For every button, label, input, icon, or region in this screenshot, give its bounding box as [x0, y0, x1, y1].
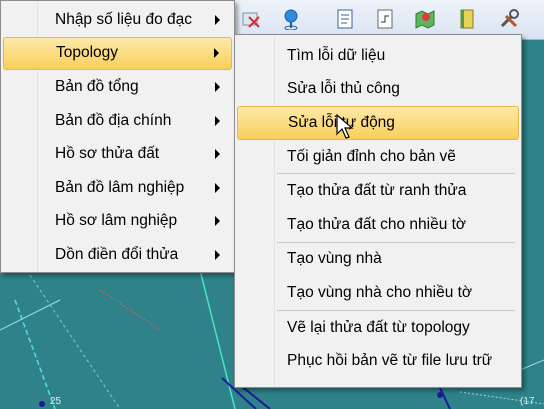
menu-item-topology[interactable]: Topology — [3, 36, 232, 71]
menu-item-label: Nhập số liệu đo đạc — [55, 10, 193, 28]
menu-item-label: Hồ sơ lâm nghiệp — [55, 212, 178, 230]
parcel-label: 25 — [50, 396, 62, 407]
menu-item-label: Bản đồ lâm nghiệp — [55, 178, 185, 196]
menu-item-ban-do-dia-chinh[interactable]: Bản đồ địa chính — [3, 104, 232, 138]
menu-item-label: Tạo thửa đất từ ranh thửa — [287, 182, 467, 200]
menu-item-nhap-so-lieu[interactable]: Nhập số liệu đo đạc — [3, 3, 232, 37]
menu-item-label: Topology — [56, 44, 119, 62]
menu-item-label: Tìm lỗi dữ liệu — [287, 46, 386, 64]
submenu-arrow-icon — [215, 182, 220, 193]
layer-step-icon[interactable] — [372, 6, 398, 32]
menu-item-label: Tối giản đỉnh cho bản vẽ — [287, 147, 456, 165]
menu-item-tao-vung-nha[interactable]: Tạo vùng nhà — [237, 243, 519, 277]
tools-icon[interactable] — [496, 6, 522, 32]
menu-item-label: Tạo vùng nhà cho nhiều tờ — [287, 283, 473, 301]
close-x-icon[interactable] — [238, 6, 264, 32]
menu-item-toi-gian-dinh[interactable]: Tối giản đỉnh cho bản vẽ — [237, 140, 519, 174]
book-icon[interactable] — [454, 6, 480, 32]
menu-item-ho-so-lam-nghiep[interactable]: Hồ sơ lâm nghiệp — [3, 205, 232, 239]
menu-item-ve-lai-thua-dat[interactable]: Vẽ lại thửa đất từ topology — [237, 311, 519, 345]
menu-item-label: Dồn điền đổi thửa — [55, 245, 179, 263]
submenu-arrow-icon — [215, 149, 220, 160]
menu-item-label: Sửa lỗi thủ công — [287, 80, 400, 98]
menu-item-ban-do-tong[interactable]: Bản đồ tổng — [3, 70, 232, 104]
main-menu: Nhập số liệu đo đạc Topology Bản đồ tổng… — [0, 0, 235, 273]
submenu-arrow-icon — [215, 81, 220, 92]
menu-item-label: Phục hồi bản vẽ từ file lưu trữ — [287, 352, 493, 370]
menu-item-tim-loi-du-lieu[interactable]: Tìm lỗi dữ liệu — [237, 39, 519, 73]
menu-item-tao-thua-dat-nhieu-to[interactable]: Tạo thửa đất cho nhiều tờ — [237, 208, 519, 242]
menu-item-sua-loi-tu-dong[interactable]: Sửa lỗi tự động — [237, 106, 519, 140]
menu-item-sua-loi-thu-cong[interactable]: Sửa lỗi thủ công — [237, 73, 519, 107]
submenu-arrow-icon — [215, 14, 220, 25]
menu-item-label: Bản đồ tổng — [55, 77, 139, 95]
submenu-arrow-icon — [215, 216, 220, 227]
menu-item-label: Hồ sơ thửa đất — [55, 145, 160, 163]
menu-item-phuc-hoi-ban-ve[interactable]: Phục hồi bản vẽ từ file lưu trữ — [237, 344, 519, 378]
menu-item-label: Vẽ lại thửa đất từ topology — [287, 318, 470, 336]
menu-item-label: Tạo thửa đất cho nhiều tờ — [287, 215, 467, 233]
submenu-arrow-icon — [215, 249, 220, 260]
menu-item-don-dien-doi-thua[interactable]: Dồn điền đổi thửa — [3, 238, 232, 272]
submenu-arrow-icon — [215, 115, 220, 126]
menu-item-tao-thua-dat-tu-ranh[interactable]: Tạo thửa đất từ ranh thửa — [237, 174, 519, 208]
location-pin-icon[interactable] — [278, 6, 304, 32]
menu-item-label: Bản đồ địa chính — [55, 111, 172, 129]
mouse-cursor-icon — [336, 114, 354, 139]
topology-submenu: Tìm lỗi dữ liệu Sửa lỗi thủ công Sửa lỗi… — [234, 34, 522, 388]
map-pin-icon[interactable] — [412, 6, 438, 32]
menu-item-ban-do-lam-nghiep[interactable]: Bản đồ lâm nghiệp — [3, 171, 232, 205]
menu-item-tao-vung-nha-nhieu-to[interactable]: Tạo vùng nhà cho nhiều tờ — [237, 276, 519, 310]
menu-item-ho-so-thua-dat[interactable]: Hồ sơ thửa đất — [3, 137, 232, 171]
parcel-label: (17 — [520, 396, 535, 407]
document-list-icon[interactable] — [332, 6, 358, 32]
submenu-arrow-icon — [214, 48, 219, 59]
menu-item-label: Tạo vùng nhà — [287, 250, 382, 268]
